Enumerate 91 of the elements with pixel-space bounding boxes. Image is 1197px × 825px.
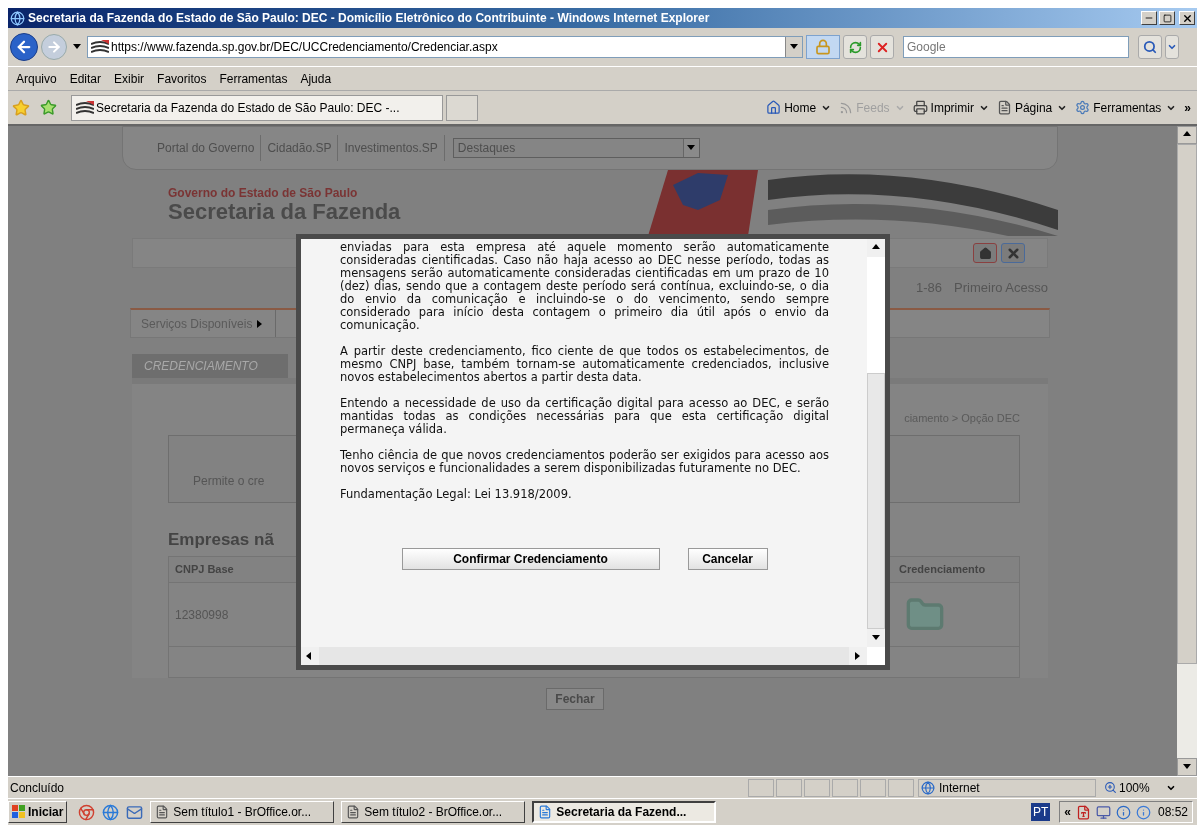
scrollbar-corner — [867, 647, 885, 665]
refresh-icon — [848, 40, 862, 54]
close-button[interactable] — [1179, 11, 1195, 25]
document-icon — [155, 805, 170, 819]
search-options-button[interactable] — [1165, 35, 1179, 59]
url-dropdown[interactable] — [785, 37, 802, 57]
column-header: CNPJ Base — [174, 562, 234, 578]
menu-item[interactable]: Ajuda — [294, 69, 338, 88]
status-pane — [804, 778, 830, 797]
command-button[interactable]: Página — [996, 98, 1053, 117]
page-icon — [996, 100, 1012, 115]
windows-logo-icon — [12, 805, 26, 819]
dialog-paragraph: A partir deste credenciamento, fico ciente de que todos os estabelecimentos, de mesmo CNPJ base, também tornam-se automaticamente credenciados, inclusive novos estabelecimentos abertos a partir desta data. — [340, 345, 829, 384]
taskbar-button[interactable]: Secretaria da Fazend... — [532, 801, 717, 823]
back-button[interactable] — [10, 33, 38, 61]
zone-indicator: Internet — [918, 778, 1096, 797]
stop-button[interactable] — [870, 35, 894, 59]
column-header: Credenciamento — [899, 562, 987, 578]
forward-arrow-icon — [46, 39, 62, 55]
clock: 08:52 — [1157, 804, 1188, 821]
zoom-control[interactable]: 100% — [1100, 778, 1176, 797]
menu-item[interactable]: Favoritos — [151, 69, 213, 88]
document-icon — [538, 805, 553, 819]
printer-icon — [912, 100, 928, 115]
mail-icon[interactable] — [126, 803, 144, 821]
government-title: Governo do Estado de São Paulo — [168, 186, 359, 200]
tray-toggle[interactable]: « — [1064, 803, 1071, 821]
maximize-icon — [1162, 13, 1172, 23]
more-commands[interactable]: » — [1184, 98, 1191, 117]
browser-icon[interactable] — [102, 803, 120, 821]
url-text: https://www.fazenda.sp.gov.br/DEC/UCCredenciamento/Credenciar.aspx — [111, 39, 498, 56]
menu-item[interactable]: Editar — [63, 69, 108, 88]
document-icon — [346, 805, 361, 819]
search-button[interactable] — [1138, 35, 1162, 59]
restore-button[interactable] — [1159, 11, 1175, 25]
page-scrollbar[interactable] — [1177, 126, 1197, 776]
browser-icon — [10, 10, 25, 26]
minimize-button[interactable] — [1141, 11, 1157, 25]
home-icon — [766, 100, 782, 115]
site-icon — [76, 100, 94, 115]
menu-item[interactable]: Arquivo — [10, 69, 63, 88]
command-button[interactable]: Home — [766, 98, 817, 117]
command-button[interactable]: Ferramentas — [1075, 98, 1162, 117]
dialog-paragraph: enviadas para esta empresa até aquele momento serão automaticamente consideradas cientificadas. Caso não haja acesso ao DEC nesse período, todas as mensagens serão automaticamente consideradas cientificadas em um prazo de 10 (dez) dias, sendo que a contagem deste período será contínua, excluindo-se, o dia do envio da comunicação e incluindo-se o do vencimento, sendo sempre considerado para início desta contagem o primeiro dia útil após o envio da comunicação. — [340, 241, 829, 332]
zoom-icon — [1104, 781, 1117, 794]
command-button[interactable]: Imprimir — [912, 98, 974, 117]
section-heading: Empresas nã — [168, 528, 274, 551]
new-tab-button[interactable] — [446, 94, 478, 121]
browser-icon[interactable] — [78, 803, 96, 821]
globe-icon — [921, 780, 935, 795]
search-field[interactable]: Google — [903, 36, 1129, 58]
menu-item[interactable]: Exibir — [108, 69, 151, 88]
home-icon — [978, 246, 992, 260]
vertical-scrollbar[interactable] — [867, 239, 885, 647]
address-field[interactable]: https://www.fazenda.sp.gov.br/DEC/UCCredenciamento/Credenciar.aspx — [87, 36, 803, 58]
network-icon[interactable] — [1095, 804, 1111, 820]
status-pane — [776, 778, 802, 797]
refresh-button[interactable] — [843, 35, 867, 59]
horizontal-scrollbar[interactable] — [301, 647, 885, 665]
taskbar-button[interactable]: Sem título2 - BrOffice.or... — [341, 801, 526, 823]
taskbar-button[interactable]: Sem título1 - BrOffice.or... — [150, 801, 335, 823]
lock-icon — [815, 39, 831, 55]
browser-tab[interactable]: Secretaria da Fazenda do Estado de São Paulo: DEC -... — [71, 94, 443, 121]
status-pane — [860, 778, 886, 797]
confirm-button[interactable]: Confirmar Credenciamento — [401, 548, 660, 570]
status-pane — [748, 778, 774, 797]
caret-icon — [1167, 42, 1177, 52]
status-text: Concluído — [9, 779, 66, 797]
status-pane — [888, 778, 914, 797]
start-button[interactable]: Iniciar — [8, 801, 68, 823]
home-button[interactable] — [973, 243, 997, 263]
info-icon[interactable] — [1135, 804, 1151, 820]
favorites-star-icon[interactable] — [12, 98, 30, 117]
status-pane — [832, 778, 858, 797]
dialog-paragraph: Entendo a necessidade de uso da certificação digital para acesso ao DEC, e serão mantidas todas as condições necessárias para que esta certificação digital permaneça válida. — [340, 397, 829, 436]
exit-button[interactable] — [1001, 243, 1025, 263]
feed-icon — [839, 100, 854, 115]
close-icon — [1181, 12, 1193, 24]
dialog-paragraph: Tenho ciência de que novos credenciamentos poderão ser exigidos para acesso aos novos serviços e funcionalidades a serem disponibilizadas futuramente no DEC. — [340, 449, 829, 475]
info-icon[interactable] — [1115, 804, 1131, 820]
close-icon — [1005, 245, 1021, 261]
language-indicator[interactable]: PT — [1030, 803, 1051, 821]
window-title: Secretaria da Fazenda do Estado de São Paulo: DEC - Domicílio Eletrônico do Contribuinte - Windows Internet Explorer — [28, 10, 710, 27]
menu-item[interactable]: Ferramentas — [213, 69, 294, 88]
gear-icon — [1075, 100, 1091, 115]
document-icon[interactable] — [1075, 804, 1091, 820]
add-favorite-icon[interactable] — [40, 99, 57, 116]
site-icon — [91, 40, 109, 54]
cancel-button[interactable]: Cancelar — [687, 548, 768, 570]
dialog-paragraph: Fundamentação Legal: Lei 13.918/2009. — [340, 488, 573, 501]
search-icon — [1143, 40, 1157, 54]
